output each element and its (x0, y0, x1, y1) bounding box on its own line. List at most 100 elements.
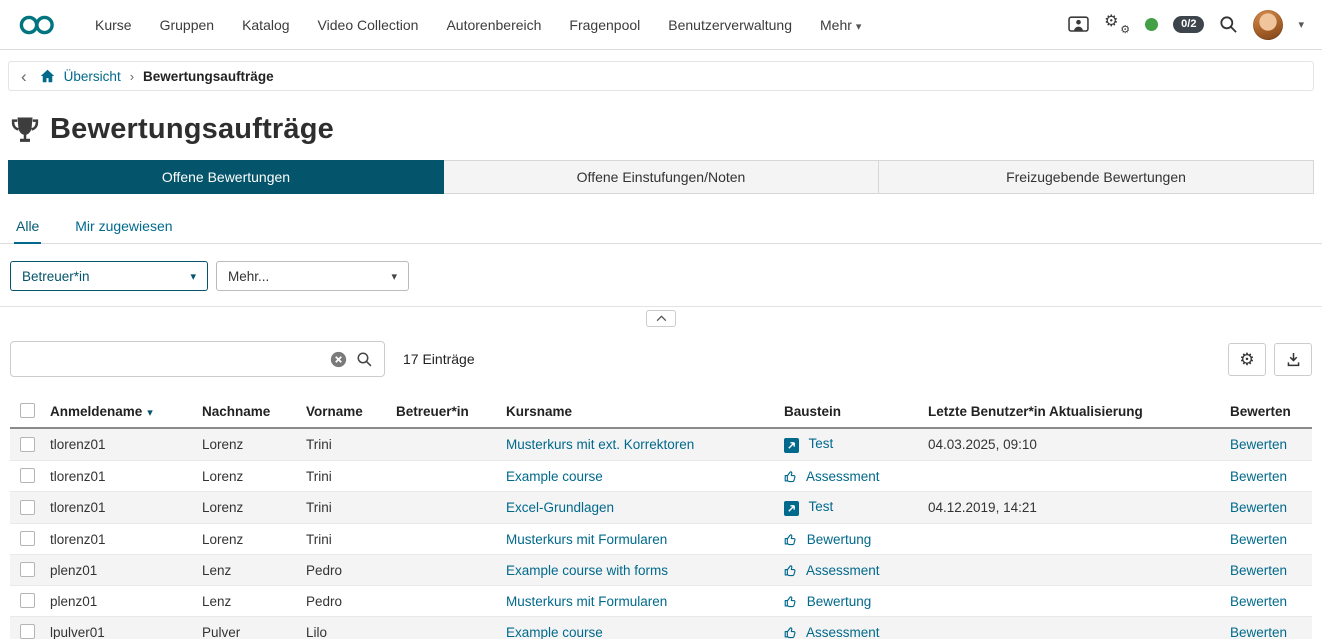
collapse-filters-button[interactable] (646, 310, 676, 327)
column-header-betreuer[interactable]: Betreuer*in (390, 395, 500, 428)
cell-baustein: Assessment (778, 555, 922, 586)
row-checkbox[interactable] (20, 593, 35, 608)
column-header-baustein[interactable]: Baustein (778, 395, 922, 428)
bewerten-link[interactable]: Bewerten (1230, 500, 1287, 515)
nav-item-fragenpool[interactable]: Fragenpool (556, 11, 653, 39)
trophy-icon (10, 116, 40, 144)
tab-offene-einstufungen-noten[interactable]: Offene Einstufungen/Noten (444, 160, 879, 194)
table-search-icon[interactable] (356, 351, 373, 368)
thumbs-up-icon (784, 470, 797, 483)
bewerten-link[interactable]: Bewerten (1230, 532, 1287, 547)
course-link[interactable]: Musterkurs mit Formularen (506, 532, 667, 547)
cell-letzte-aktualisierung (922, 586, 1224, 617)
row-checkbox[interactable] (20, 624, 35, 639)
course-link[interactable]: Musterkurs mit Formularen (506, 594, 667, 609)
breadcrumb: ‹ Übersicht › Bewertungsaufträge (8, 61, 1314, 91)
cell-bewerten: Bewerten (1224, 555, 1312, 586)
download-button[interactable] (1274, 343, 1312, 376)
row-checkbox[interactable] (20, 500, 35, 515)
clear-search-icon[interactable] (330, 351, 347, 368)
cell-anmeldename: lpulver01 (44, 617, 196, 639)
cell-baustein: Assessment (778, 461, 922, 492)
nav-item-kurse[interactable]: Kurse (82, 11, 145, 39)
breadcrumb-current: Bewertungsaufträge (143, 69, 274, 84)
row-checkbox[interactable] (20, 531, 35, 546)
course-link[interactable]: Example course with forms (506, 563, 668, 578)
baustein-link[interactable]: Assessment (806, 563, 880, 578)
row-checkbox[interactable] (20, 468, 35, 483)
assessment-table: Anmeldename▾ Nachname Vorname Betreuer*i… (10, 395, 1312, 639)
table-settings-button[interactable]: ⚙ (1228, 343, 1266, 376)
bewerten-link[interactable]: Bewerten (1230, 594, 1287, 609)
back-chevron-icon[interactable]: ‹ (21, 68, 27, 85)
table-row: plenz01 Lenz Pedro Example course with f… (10, 555, 1312, 586)
nav-item-video-collection[interactable]: Video Collection (305, 11, 432, 39)
row-check-cell (10, 555, 44, 586)
column-header-nachname[interactable]: Nachname (196, 395, 300, 428)
tab-offene-bewertungen[interactable]: Offene Bewertungen (8, 160, 444, 194)
bewerten-link[interactable]: Bewerten (1230, 563, 1287, 578)
thumbs-up-icon (784, 595, 797, 608)
filter-mehr-dropdown[interactable]: Mehr... ▾ (216, 261, 409, 291)
cell-bewerten: Bewerten (1224, 492, 1312, 524)
cell-letzte-aktualisierung (922, 461, 1224, 492)
exam-supervision-icon[interactable] (1068, 16, 1089, 33)
search-icon[interactable] (1219, 15, 1238, 34)
column-header-anmeldename[interactable]: Anmeldename▾ (44, 395, 196, 428)
column-header-bewerten[interactable]: Bewerten (1224, 395, 1312, 428)
cell-bewerten: Bewerten (1224, 428, 1312, 461)
tab-freizugebende-bewertungen[interactable]: Freizugebende Bewertungen (879, 160, 1314, 194)
openolat-logo-icon[interactable] (18, 14, 56, 36)
cell-bewerten: Bewerten (1224, 524, 1312, 555)
task-count-badge[interactable]: 0/2 (1173, 16, 1204, 33)
user-avatar[interactable] (1253, 10, 1283, 40)
cell-vorname: Pedro (300, 586, 390, 617)
cell-nachname: Lorenz (196, 524, 300, 555)
bewerten-link[interactable]: Bewerten (1230, 437, 1287, 452)
cell-betreuer (390, 586, 500, 617)
cell-letzte-aktualisierung (922, 617, 1224, 639)
column-label: Anmeldename (50, 404, 142, 419)
baustein-link[interactable]: Bewertung (807, 594, 872, 609)
row-checkbox[interactable] (20, 562, 35, 577)
baustein-link[interactable]: Assessment (806, 625, 880, 639)
column-header-vorname[interactable]: Vorname (300, 395, 390, 428)
cell-anmeldename: plenz01 (44, 555, 196, 586)
bewerten-link[interactable]: Bewerten (1230, 625, 1287, 639)
course-link[interactable]: Musterkurs mit ext. Korrektoren (506, 437, 694, 452)
course-link[interactable]: Example course (506, 469, 603, 484)
column-header-kursname[interactable]: Kursname (500, 395, 778, 428)
column-header-letzte-aktualisierung[interactable]: Letzte Benutzer*in Aktualisierung (922, 395, 1224, 428)
filter-betreuer-dropdown[interactable]: Betreuer*in ▾ (10, 261, 208, 291)
baustein-link[interactable]: Test (809, 436, 834, 451)
user-menu-caret-icon[interactable]: ▾ (1298, 18, 1304, 31)
table-search-input[interactable] (11, 342, 330, 376)
cell-baustein: Bewertung (778, 524, 922, 555)
nav-item-katalog[interactable]: Katalog (229, 11, 302, 39)
baustein-link[interactable]: Assessment (806, 469, 880, 484)
row-checkbox[interactable] (20, 437, 35, 452)
select-all-checkbox[interactable] (20, 403, 35, 418)
cell-kursname: Musterkurs mit Formularen (500, 524, 778, 555)
cell-vorname: Trini (300, 524, 390, 555)
subtab-alle[interactable]: Alle (14, 210, 41, 244)
course-link[interactable]: Example course (506, 625, 603, 639)
home-icon[interactable] (40, 69, 55, 83)
cell-anmeldename: tlorenz01 (44, 524, 196, 555)
subtab-mir-zugewiesen[interactable]: Mir zugewiesen (73, 210, 174, 242)
nav-item-autorenbereich[interactable]: Autorenbereich (433, 11, 554, 39)
thumbs-up-icon (784, 564, 797, 577)
nav-item-gruppen[interactable]: Gruppen (147, 11, 227, 39)
cell-baustein: Assessment (778, 617, 922, 639)
baustein-link[interactable]: Bewertung (807, 532, 872, 547)
bewerten-link[interactable]: Bewerten (1230, 469, 1287, 484)
test-icon (784, 501, 799, 516)
course-link[interactable]: Excel-Grundlagen (506, 500, 614, 515)
page-title: Bewertungsaufträge (50, 113, 334, 146)
nav-item-benutzerverwaltung[interactable]: Benutzerverwaltung (655, 11, 805, 39)
cell-vorname: Trini (300, 428, 390, 461)
admin-gears-icon[interactable]: ⚙ ⚙ (1104, 14, 1130, 36)
nav-item-mehr[interactable]: Mehr▾ (807, 11, 874, 39)
baustein-link[interactable]: Test (809, 499, 834, 514)
breadcrumb-overview-link[interactable]: Übersicht (64, 69, 121, 84)
